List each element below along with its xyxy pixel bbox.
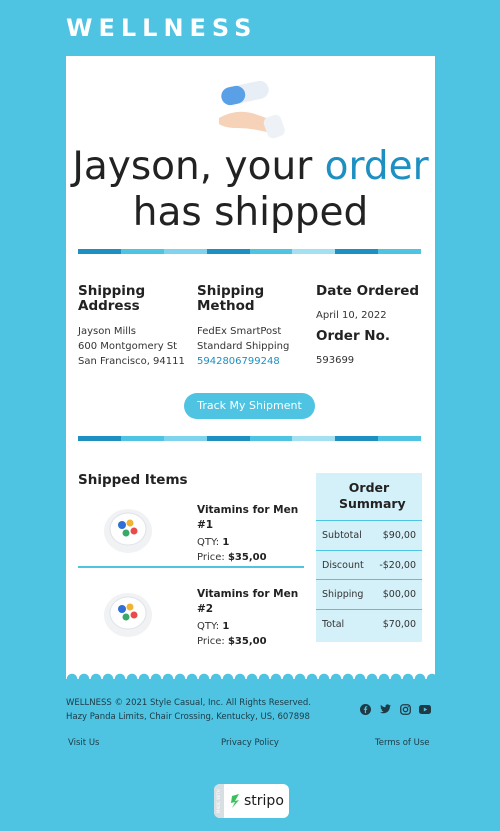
terms-of-use-link[interactable]: Terms of Use: [375, 738, 430, 748]
summary-label: Subtotal: [322, 530, 362, 541]
date-ordered-title: Date Ordered: [316, 283, 420, 299]
qty-label: QTY:: [197, 621, 220, 632]
summary-value: -$20,00: [379, 559, 416, 571]
list-item: Vitamins for Men #2 QTY: 1 Price: $35,00: [78, 581, 304, 651]
summary-row-total: Total $70,00: [316, 610, 422, 640]
brand-logo: WELLNESS: [66, 14, 258, 42]
summary-value: $90,00: [382, 530, 416, 541]
shipped-items-title: Shipped Items: [78, 472, 188, 488]
hand-pill-icon: [219, 80, 285, 139]
card-scallop-edge: [66, 667, 435, 679]
item-divider: [78, 566, 304, 568]
instagram-icon[interactable]: [399, 703, 411, 715]
address-line: Jayson Mills: [78, 326, 137, 337]
facebook-icon[interactable]: [359, 703, 371, 715]
order-no-value: 593699: [316, 355, 355, 366]
footer-info: WELLNESS © 2021 Style Casual, Inc. All R…: [66, 696, 311, 724]
headline-accent: order: [324, 144, 429, 189]
made-with-label: MADE WITH: [216, 789, 221, 813]
summary-row-subtotal: Subtotal $90,00: [316, 521, 422, 551]
privacy-policy-link[interactable]: Privacy Policy: [221, 738, 279, 748]
headline-pre: Jayson, your: [72, 144, 325, 189]
price-value: $35,00: [227, 552, 267, 563]
summary-row-shipping: Shipping $00,00: [316, 580, 422, 610]
order-summary-title-text: Order Summary: [339, 480, 406, 511]
headline-line2: has shipped: [132, 190, 369, 235]
price-value: $35,00: [227, 636, 267, 647]
shipping-method-title: Shipping Method: [197, 283, 265, 314]
order-details: Date Ordered April 10, 2022 Order No. 59…: [316, 284, 431, 368]
summary-value: $70,00: [382, 618, 416, 630]
stripo-s-icon: [231, 794, 239, 808]
qty-label: QTY:: [197, 537, 220, 548]
method-line: FedEx SmartPost: [197, 326, 282, 337]
item-name: Vitamins for Men #1: [197, 504, 299, 531]
order-no-title: Order No.: [316, 328, 391, 344]
summary-value: $00,00: [382, 589, 416, 600]
track-shipment-button[interactable]: Track My Shipment: [184, 393, 315, 419]
order-summary-title: Order Summary: [316, 473, 422, 521]
shipping-address-title: Shipping Address: [78, 283, 146, 314]
decorative-stripe: [78, 436, 421, 441]
shipping-address: Shipping Address Jayson Mills 600 Montgo…: [78, 284, 193, 369]
price-label: Price:: [197, 636, 225, 647]
summary-row-discount: Discount -$20,00: [316, 551, 422, 580]
address-line: 600 Montgomery St: [78, 341, 178, 352]
address-line: San Francisco, 94111: [78, 356, 185, 367]
headline: Jayson, your order has shipped: [66, 144, 435, 236]
visit-us-link[interactable]: Visit Us: [68, 738, 99, 748]
method-line: Standard Shipping: [197, 341, 290, 352]
item-name: Vitamins for Men #2: [197, 588, 299, 615]
made-with-strip: MADE WITH: [214, 784, 224, 818]
price-label: Price:: [197, 552, 225, 563]
order-summary: Order Summary Subtotal $90,00 Discount -…: [316, 473, 422, 642]
twitter-icon[interactable]: [379, 703, 391, 715]
summary-label: Shipping: [322, 589, 364, 600]
item-info: Vitamins for Men #1 QTY: 1 Price: $35,00: [197, 503, 304, 565]
list-item: Vitamins for Men #1 QTY: 1 Price: $35,00: [78, 497, 304, 567]
item-info: Vitamins for Men #2 QTY: 1 Price: $35,00: [197, 587, 304, 649]
qty-value: 1: [222, 537, 230, 548]
tracking-number-link[interactable]: 5942806799248: [197, 354, 312, 369]
footer-address: Hazy Panda Limits, Chair Crossing, Kentu…: [66, 712, 310, 722]
shipping-method: Shipping Method FedEx SmartPost Standard…: [197, 284, 312, 369]
decorative-stripe: [78, 249, 421, 254]
vitamin-bowl-icon: [104, 593, 152, 637]
qty-value: 1: [222, 621, 230, 632]
vitamin-bowl-icon: [104, 509, 152, 553]
stripo-logo: stripo: [230, 793, 284, 809]
social-icons: [359, 703, 431, 715]
stripo-logo-text: stripo: [244, 793, 284, 809]
summary-label: Total: [322, 618, 345, 630]
date-ordered-value: April 10, 2022: [316, 310, 387, 321]
footer-copyright: WELLNESS © 2021 Style Casual, Inc. All R…: [66, 698, 311, 708]
summary-label: Discount: [322, 559, 364, 571]
stripo-badge[interactable]: MADE WITH stripo: [214, 784, 289, 818]
youtube-icon[interactable]: [419, 703, 431, 715]
